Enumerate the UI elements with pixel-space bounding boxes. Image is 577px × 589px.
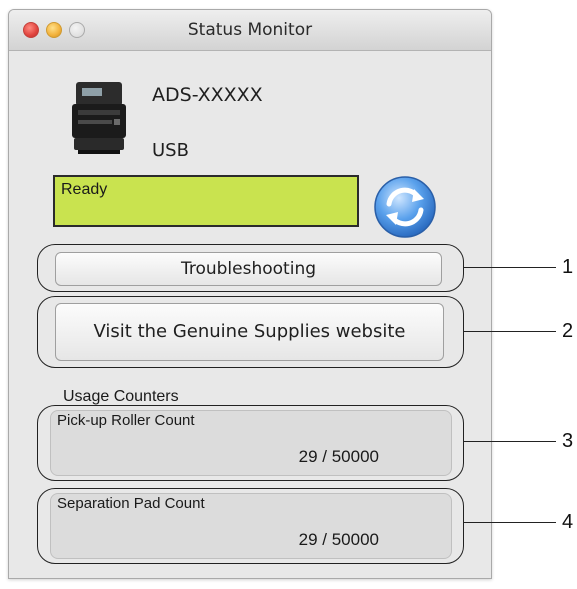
pickup-roller-counter: Pick-up Roller Count 29 / 50000 — [50, 410, 452, 476]
callout-leader-3 — [464, 441, 556, 442]
separation-pad-label: Separation Pad Count — [57, 495, 205, 512]
callout-number-1: 1 — [562, 256, 574, 278]
callout-number-3: 3 — [562, 430, 574, 452]
callout-number-2: 2 — [562, 320, 574, 342]
usage-counters-heading: Usage Counters — [63, 388, 179, 405]
genuine-supplies-button[interactable]: Visit the Genuine Supplies website — [55, 303, 444, 361]
window-title: Status Monitor — [187, 20, 313, 40]
pickup-roller-label: Pick-up Roller Count — [57, 412, 195, 429]
callout-leader-4 — [464, 522, 556, 523]
title-bar: Status Monitor — [9, 10, 491, 51]
connection-type: USB — [152, 140, 189, 161]
scanner-icon — [72, 82, 126, 154]
separation-pad-counter: Separation Pad Count 29 / 50000 — [50, 493, 452, 559]
separation-pad-value: 29 / 50000 — [298, 530, 379, 549]
callout-leader-1 — [464, 267, 556, 268]
status-text: Ready — [61, 181, 108, 198]
refresh-icon[interactable] — [372, 174, 438, 240]
status-display: Ready — [53, 175, 359, 227]
device-name: ADS-XXXXX — [152, 84, 263, 106]
troubleshooting-button[interactable]: Troubleshooting — [55, 252, 442, 286]
callout-number-4: 4 — [562, 511, 574, 533]
pickup-roller-value: 29 / 50000 — [298, 447, 379, 466]
callout-leader-2 — [464, 331, 556, 332]
